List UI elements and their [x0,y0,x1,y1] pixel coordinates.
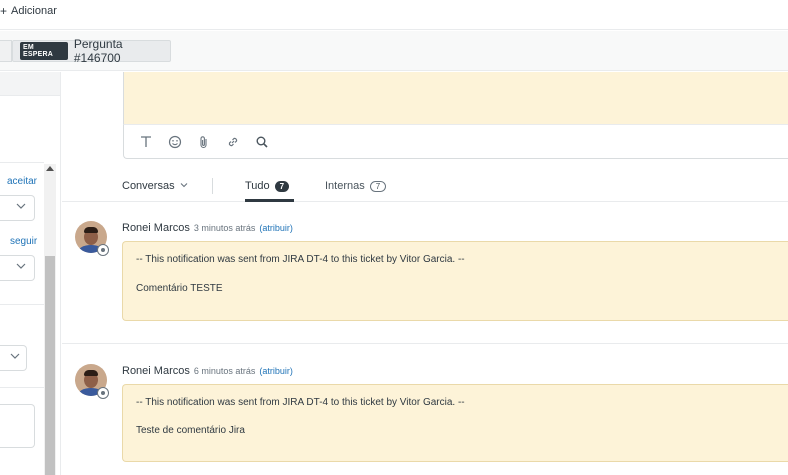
tab-all-count: 7 [274,180,290,192]
top-bar: + Adicionar [0,0,788,30]
status-badge: EM ESPERA [20,42,68,60]
assignee-select[interactable] [0,195,35,221]
event-timestamp: 3 minutos atrás [193,223,256,233]
internal-note: -- This notification was sent from JIRA … [122,241,788,321]
note-line: Comentário TESTE [136,283,223,294]
panel-divider [0,304,44,305]
tab-internal-label: Internas [325,180,365,192]
internal-note: -- This notification was sent from JIRA … [122,384,788,462]
ticket-tab-bar: EM ESPERA Pergunta #146700 [0,31,788,71]
panel-divider [0,387,44,388]
followers-select[interactable] [0,255,35,281]
event-header: Ronei Marcos 3 minutos atrás (atribuir) [122,222,293,234]
ticket-tab-label: Pergunta #146700 [73,37,123,65]
conversation-event: Ronei Marcos 6 minutos atrás (atribuir) … [62,344,788,475]
tab-internal[interactable]: Internas 7 [325,180,387,192]
chevron-down-icon [180,181,188,191]
assign-link[interactable]: (atribuir) [259,366,293,376]
conversation-event: Ronei Marcos 3 minutos atrás (atribuir) … [62,202,788,343]
add-button-label: Adicionar [11,5,57,17]
search-icon[interactable] [254,134,270,150]
ticket-properties-panel: aceitar seguir [0,72,61,475]
tags-field[interactable] [0,404,35,448]
filter-divider [212,178,213,194]
previous-tab[interactable] [0,40,12,62]
event-header: Ronei Marcos 6 minutos atrás (atribuir) [122,365,293,377]
tab-all-label: Tudo [245,180,270,192]
add-button[interactable]: + Adicionar [0,4,57,18]
panel-header [0,72,60,96]
panel-divider [0,162,44,163]
text-format-icon[interactable] [138,134,154,150]
conversations-label: Conversas [122,180,175,192]
tab-all[interactable]: Tudo 7 [245,180,290,192]
event-timestamp: 6 minutos atrás [193,366,256,376]
agent-badge-icon [97,244,109,256]
event-author[interactable]: Ronei Marcos [122,365,190,377]
scroll-up-arrow-icon[interactable] [46,166,54,171]
note-line: -- This notification was sent from JIRA … [136,254,465,265]
tab-internal-count: 7 [369,180,387,192]
type-select[interactable] [0,345,27,371]
emoji-icon[interactable] [167,134,183,150]
event-author[interactable]: Ronei Marcos [122,222,190,234]
attachment-icon[interactable] [196,134,212,150]
editor-toolbar [123,125,788,159]
chevron-down-icon [16,261,26,274]
link-icon[interactable] [225,134,241,150]
accept-link[interactable]: aceitar [7,176,37,187]
assign-link[interactable]: (atribuir) [259,223,293,233]
chevron-down-icon [16,201,26,214]
conversations-dropdown[interactable]: Conversas [122,180,188,192]
scrollbar-thumb[interactable] [45,256,55,475]
reply-editor[interactable] [123,72,788,125]
conversation-filters: Conversas Tudo 7 Internas 7 [62,172,788,202]
note-line: -- This notification was sent from JIRA … [136,397,465,408]
chevron-down-icon [10,351,20,364]
ticket-tab[interactable]: EM ESPERA Pergunta #146700 [12,37,171,65]
note-line: Teste de comentário Jira [136,425,245,436]
panel-scrollbar[interactable] [44,164,56,475]
follow-link[interactable]: seguir [10,236,37,247]
plus-icon: + [0,4,8,18]
agent-badge-icon [97,387,109,399]
